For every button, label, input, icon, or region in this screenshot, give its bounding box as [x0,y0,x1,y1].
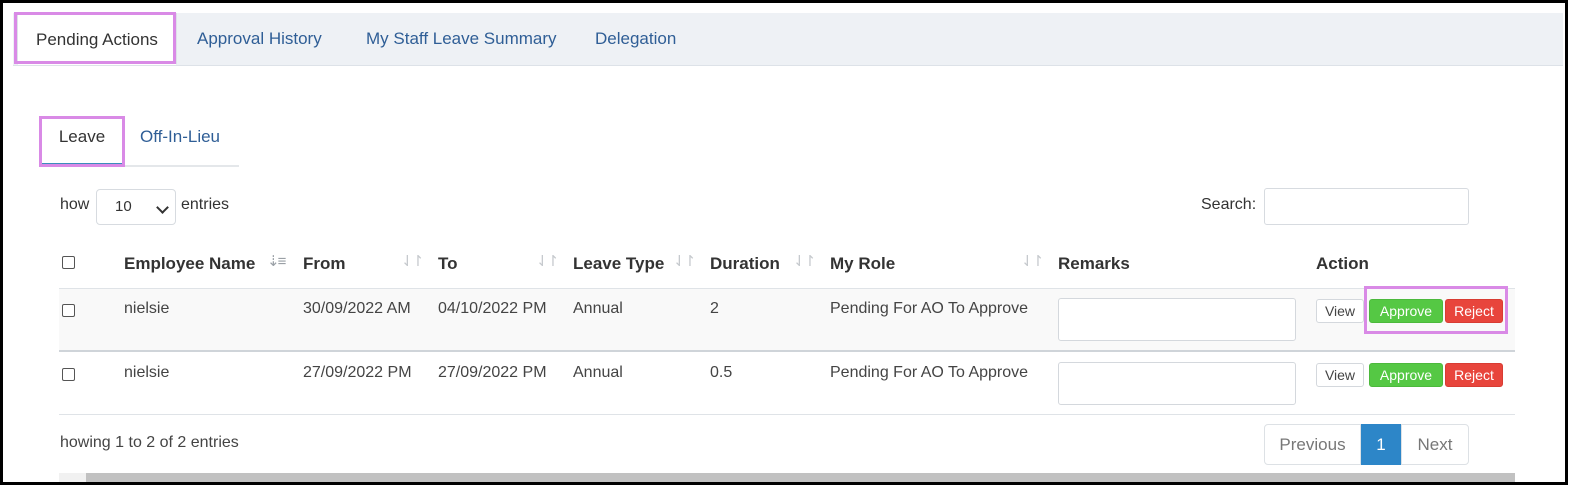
cell-employee: nielsie [124,300,170,317]
tab-my-staff-leave-summary[interactable]: My Staff Leave Summary [366,13,557,65]
sub-tab-bar: Leave Off-In-Lieu [41,117,239,167]
reject-button[interactable]: Reject [1445,363,1503,387]
entries-select-value: 10 [115,198,132,215]
previous-page-button[interactable]: Previous [1264,424,1361,465]
header-to[interactable]: To [438,254,458,274]
scrollbar-thumb[interactable] [86,473,1515,482]
sort-icon[interactable]: ⇃↾ [1021,252,1044,270]
sort-icon[interactable]: ⇃↾ [793,252,816,270]
reject-button[interactable]: Reject [1445,299,1503,323]
row-divider [59,350,1515,352]
header-duration[interactable]: Duration [710,254,780,274]
table-info: howing 1 to 2 of 2 entries [60,434,239,451]
length-suffix: entries [181,196,230,213]
sort-icon[interactable]: ⇃↾ [673,252,696,270]
cell-leave-type: Annual [573,300,623,317]
remarks-input[interactable] [1058,362,1296,405]
approve-button[interactable]: Approve [1369,299,1443,323]
app-frame: Pending Actions Approval History My Staf… [0,0,1568,485]
tab-delegation[interactable]: Delegation [595,13,676,65]
cell-duration: 0.5 [710,364,733,381]
table-row [59,289,1515,351]
sort-icon[interactable]: ⇃↾ [536,252,559,270]
cell-my-role: Pending For AO To Approve [830,300,1029,317]
header-employee-name[interactable]: Employee Name [124,254,255,274]
cell-duration: 2 [710,300,719,317]
row-checkbox[interactable] [62,304,75,317]
cell-to: 27/09/2022 PM [438,364,547,381]
cell-my-role: Pending For AO To Approve [830,364,1029,381]
chevron-down-icon [156,201,169,214]
top-tab-bar: Pending Actions Approval History My Staf… [13,13,1563,66]
header-my-role[interactable]: My Role [830,254,895,274]
sub-tab-off-in-lieu[interactable]: Off-In-Lieu [140,117,220,163]
sort-asc-icon[interactable]: ⇣≡ [267,252,286,270]
cell-to: 04/10/2022 PM [438,300,547,317]
table-bottom-divider [59,414,1515,415]
sub-tab-leave[interactable]: Leave [41,117,123,166]
tab-pending-actions[interactable]: Pending Actions [17,13,177,65]
approve-button[interactable]: Approve [1369,363,1443,387]
page-1-button[interactable]: 1 [1361,424,1401,465]
view-button[interactable]: View [1316,299,1364,323]
entries-select[interactable]: 10 [96,189,176,225]
header-leave-type[interactable]: Leave Type [573,254,664,274]
header-action: Action [1316,254,1369,273]
search-input[interactable] [1264,188,1469,225]
cell-from: 30/09/2022 AM [303,300,411,317]
sort-icon[interactable]: ⇃↾ [401,252,424,270]
view-button[interactable]: View [1316,363,1364,387]
select-all-checkbox[interactable] [62,256,75,269]
header-remarks: Remarks [1058,254,1130,273]
cell-employee: nielsie [124,364,170,381]
cell-from: 27/09/2022 PM [303,364,412,381]
tab-approval-history[interactable]: Approval History [197,13,322,65]
header-from[interactable]: From [303,254,346,274]
row-checkbox[interactable] [62,368,75,381]
horizontal-scrollbar[interactable] [59,473,1515,482]
next-page-button[interactable]: Next [1401,424,1469,465]
remarks-input[interactable] [1058,298,1296,341]
cell-leave-type: Annual [573,364,623,381]
search-label: Search: [1201,196,1257,213]
length-prefix: how [60,196,90,213]
